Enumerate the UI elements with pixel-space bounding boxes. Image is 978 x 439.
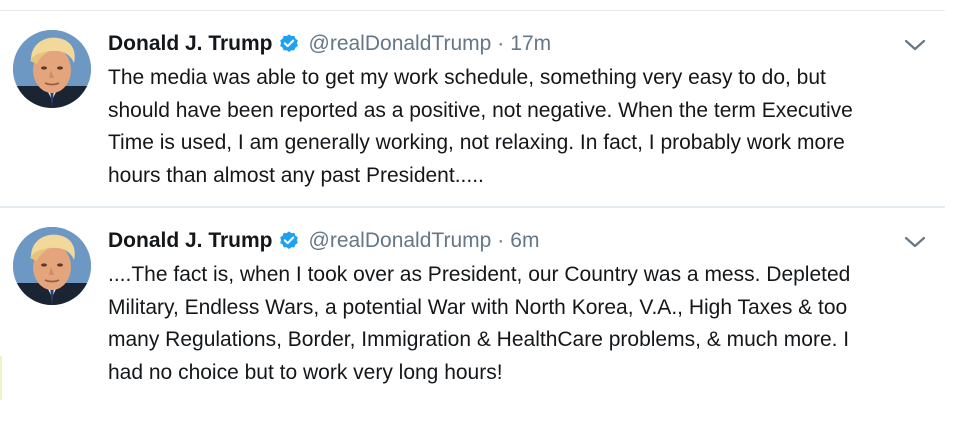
tweet-text: The media was able to get my work schedu… <box>108 66 853 187</box>
chevron-down-icon[interactable] <box>902 234 928 250</box>
user-handle[interactable]: @realDonaldTrump <box>309 228 492 254</box>
display-name[interactable]: Donald J. Trump <box>108 228 273 254</box>
tweet-timestamp[interactable]: 17m <box>510 31 551 57</box>
tweet-timeline: Donald J. Trump @realDonaldTrump · 17m T… <box>0 0 978 439</box>
tweet[interactable]: Donald J. Trump @realDonaldTrump · 17m T… <box>0 11 945 206</box>
tweet[interactable]: Donald J. Trump @realDonaldTrump · 6m ..… <box>0 208 945 439</box>
avatar[interactable] <box>13 227 91 305</box>
tweet-timestamp[interactable]: 6m <box>510 228 539 254</box>
verified-badge-icon <box>278 33 300 55</box>
display-name[interactable]: Donald J. Trump <box>108 31 273 57</box>
edge-highlight <box>0 356 2 400</box>
tweet-text: ....The fact is, when I took over as Pre… <box>108 263 851 384</box>
user-handle[interactable]: @realDonaldTrump <box>309 31 492 57</box>
verified-badge-icon <box>278 230 300 252</box>
avatar[interactable] <box>13 30 91 108</box>
header-separator: · <box>497 32 505 55</box>
tweet-header: Donald J. Trump @realDonaldTrump · 17m <box>108 31 551 57</box>
header-separator: · <box>497 229 505 252</box>
chevron-down-icon[interactable] <box>902 37 928 53</box>
tweet-header: Donald J. Trump @realDonaldTrump · 6m <box>108 228 539 254</box>
